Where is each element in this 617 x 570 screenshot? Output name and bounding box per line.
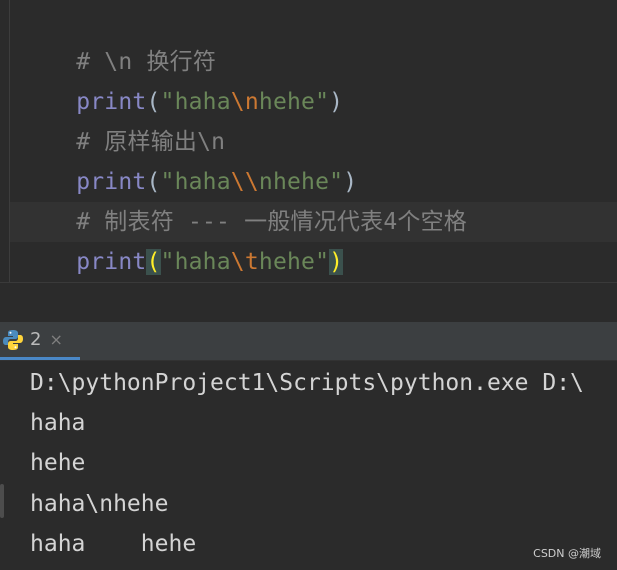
open-paren-matched: ( bbox=[146, 249, 161, 275]
builtin-print: print bbox=[76, 249, 147, 275]
code-line-5[interactable]: # 制表符 --- 一般情况代表4个空格 bbox=[20, 162, 467, 235]
string-part: hehe bbox=[258, 89, 316, 115]
close-paren-matched: ) bbox=[329, 249, 344, 275]
code-line-4[interactable]: print("haha\\nhehe") bbox=[20, 122, 357, 195]
code-line-2[interactable]: print("haha\nhehe") bbox=[20, 42, 343, 115]
run-tab[interactable]: 2 × bbox=[0, 322, 80, 360]
console-line: hehe bbox=[30, 450, 86, 476]
quote: " bbox=[315, 89, 330, 115]
quote: " bbox=[160, 249, 175, 275]
close-icon[interactable]: × bbox=[49, 330, 62, 349]
close-paren: ) bbox=[329, 89, 344, 115]
quote: " bbox=[315, 249, 330, 275]
code-line-6[interactable]: print("haha\thehe") bbox=[20, 202, 344, 275]
panel-divider[interactable] bbox=[0, 282, 617, 323]
console-line: haha bbox=[30, 410, 86, 436]
run-tab-strip: 2 × bbox=[0, 322, 617, 361]
string-part: hehe bbox=[258, 249, 316, 275]
console-output[interactable]: D:\pythonProject1\Scripts\python.exe D:\… bbox=[0, 361, 617, 570]
code-line-3[interactable]: # 原样输出\n bbox=[20, 82, 225, 155]
console-line: haha\nhehe bbox=[30, 491, 169, 517]
console-line: haha hehe bbox=[30, 531, 197, 557]
escape-sequence: \t bbox=[230, 249, 259, 275]
watermark: CSDN @潮域 bbox=[533, 547, 601, 560]
console-scrollbar[interactable] bbox=[0, 484, 4, 518]
console-line: D:\pythonProject1\Scripts\python.exe D:\ bbox=[30, 370, 584, 396]
escape-sequence: \n bbox=[230, 89, 259, 115]
string-part: haha bbox=[174, 249, 231, 275]
tab-label: 2 bbox=[30, 329, 42, 350]
code-editor[interactable]: # \n 换行符 print("haha\nhehe") # 原样输出\n pr… bbox=[0, 0, 617, 282]
code-line-1[interactable]: # \n 换行符 bbox=[20, 2, 216, 75]
python-icon bbox=[3, 329, 23, 350]
